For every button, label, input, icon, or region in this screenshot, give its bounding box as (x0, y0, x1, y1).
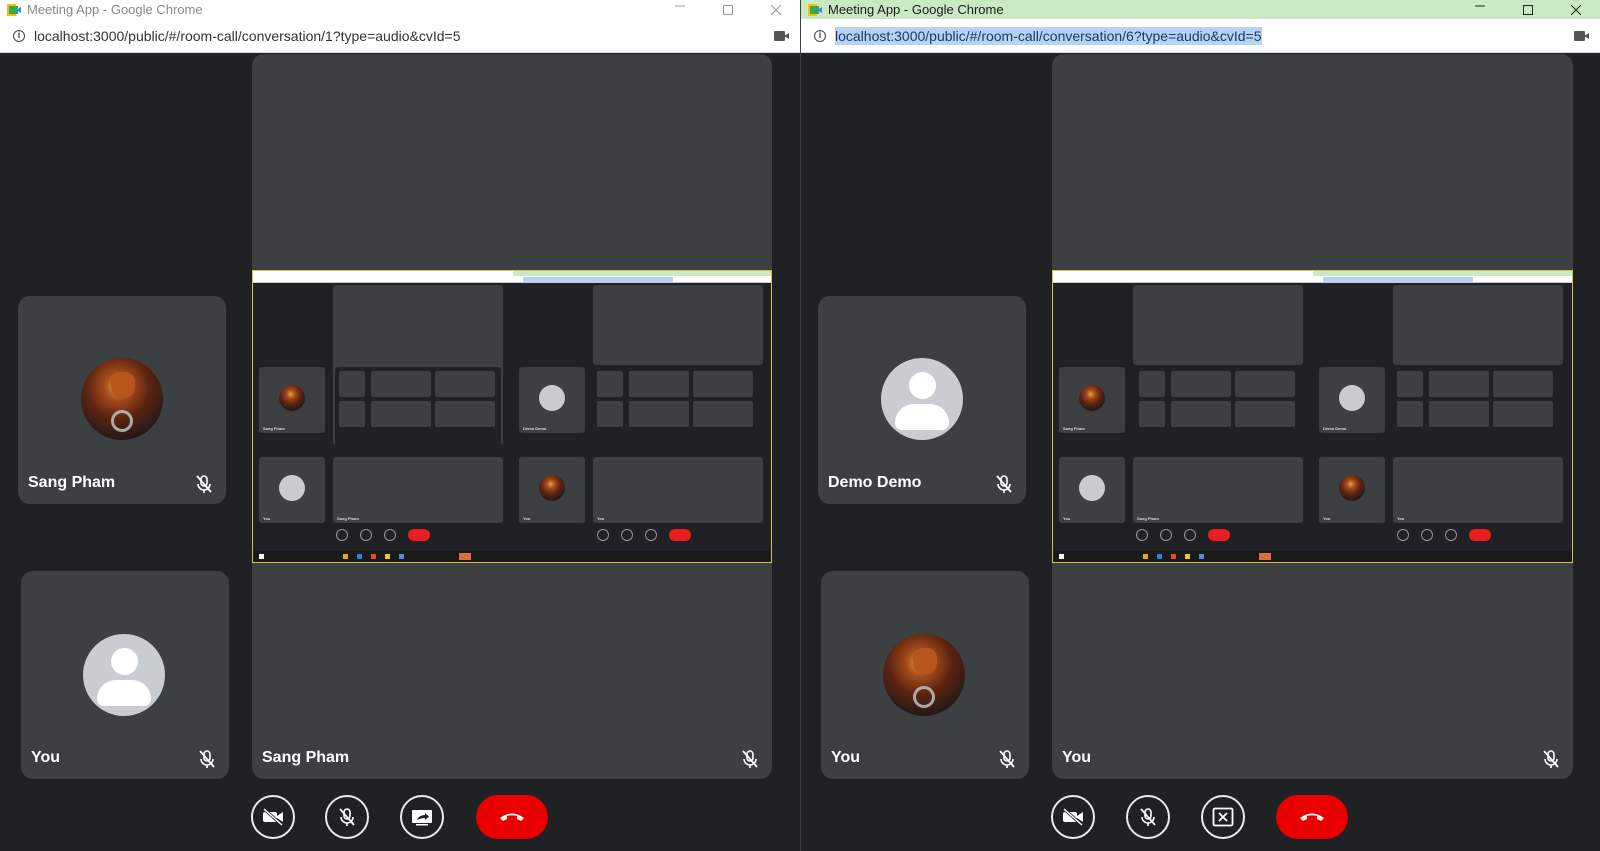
stop-share-icon (1212, 807, 1234, 827)
mini-label: You (1323, 516, 1331, 521)
share-screen-button[interactable] (400, 795, 444, 839)
hang-up-icon (1300, 813, 1324, 821)
end-call-button[interactable] (476, 795, 548, 839)
participant-name: You (31, 749, 61, 766)
minimize-button[interactable] (656, 0, 704, 19)
camera-off-icon (1063, 808, 1083, 826)
maximize-icon (723, 4, 733, 15)
participant-tile[interactable]: Sang Pham (18, 296, 226, 504)
mini-label: You (1397, 516, 1405, 521)
participant-name: You (1062, 749, 1092, 766)
avatar (881, 358, 963, 440)
left-browser-window: Meeting App - Google Chrome i localhost:… (0, 0, 800, 851)
camera-off-icon (263, 808, 283, 826)
mini-label: Sang Pham (337, 516, 359, 521)
mini-label: Sang Pham (263, 426, 285, 431)
participant-tile[interactable]: Demo Demo (818, 296, 1026, 504)
avatar (81, 358, 163, 440)
close-icon (771, 4, 781, 15)
participant-tile[interactable]: You (821, 571, 1029, 779)
minimize-icon (1475, 5, 1485, 6)
share-screen-icon (412, 810, 432, 826)
hang-up-icon (500, 813, 524, 821)
window-title: Meeting App - Google Chrome (27, 2, 203, 17)
shared-screen: Sang Pham You Sang Pham Demo Demo You Yo… (252, 270, 772, 563)
maximize-button[interactable] (704, 0, 752, 19)
avatar (83, 634, 165, 716)
mic-off-icon (339, 808, 355, 826)
close-button[interactable] (752, 0, 800, 19)
mic-toggle-button[interactable] (1126, 795, 1170, 839)
close-icon (1571, 4, 1581, 15)
participant-name: Sang Pham (28, 474, 116, 491)
participant-name: Sang Pham (262, 749, 350, 766)
address-bar[interactable]: i localhost:3000/public/#/room-call/conv… (801, 19, 1600, 53)
mini-label: Sang Pham (1137, 516, 1159, 521)
mini-label: You (523, 516, 531, 521)
close-button[interactable] (1552, 0, 1600, 19)
participant-name: You (831, 749, 861, 766)
mini-taskbar (1053, 551, 1572, 562)
maximize-button[interactable] (1504, 0, 1552, 19)
mic-off-icon (196, 475, 212, 493)
title-bar: Meeting App - Google Chrome (801, 0, 1600, 19)
mic-off-icon (999, 750, 1015, 768)
url-text[interactable]: localhost:3000/public/#/room-call/conver… (34, 28, 461, 44)
meet-logo-icon (7, 3, 21, 16)
stop-share-button[interactable] (1201, 795, 1245, 839)
mini-label: Sang Pham (1063, 426, 1085, 431)
address-bar[interactable]: i localhost:3000/public/#/room-call/conv… (0, 19, 800, 53)
participant-name: Demo Demo (828, 474, 922, 491)
mini-label: You (597, 516, 605, 521)
mic-toggle-button[interactable] (325, 795, 369, 839)
camera-toggle-button[interactable] (251, 795, 295, 839)
mini-label: Demo Demo (523, 426, 547, 431)
info-icon[interactable]: i (13, 29, 25, 42)
mic-off-icon (199, 750, 215, 768)
main-video-tile[interactable]: Sang Pham You Sang Pham Demo Demo You Yo… (1052, 54, 1573, 779)
mic-off-icon (996, 475, 1012, 493)
mini-label: You (1063, 516, 1071, 521)
meet-logo-icon (808, 3, 822, 16)
camera-toggle-button[interactable] (1051, 795, 1095, 839)
participant-tile[interactable]: You (21, 571, 229, 779)
info-icon[interactable]: i (814, 29, 826, 42)
camera-permission-icon[interactable] (1574, 31, 1590, 41)
mic-off-icon (1140, 808, 1156, 826)
window-title: Meeting App - Google Chrome (828, 2, 1004, 17)
main-video-tile[interactable]: Sang Pham You Sang Pham Demo Demo You Yo… (252, 54, 772, 779)
maximize-icon (1523, 4, 1533, 15)
shared-screen: Sang Pham You Sang Pham Demo Demo You Yo… (1052, 270, 1573, 563)
url-text[interactable]: localhost:3000/public/#/room-call/conver… (835, 26, 1262, 45)
camera-permission-icon[interactable] (774, 31, 790, 41)
mini-label: You (263, 516, 271, 521)
minimize-button[interactable] (1456, 0, 1504, 19)
mic-off-icon (1543, 750, 1559, 768)
title-bar: Meeting App - Google Chrome (0, 0, 800, 19)
minimize-icon (675, 5, 685, 6)
right-browser-window: Meeting App - Google Chrome i localhost:… (800, 0, 1600, 851)
end-call-button[interactable] (1276, 795, 1348, 839)
avatar (883, 634, 965, 716)
mini-label: Demo Demo (1323, 426, 1347, 431)
mic-off-icon (742, 750, 758, 768)
mini-taskbar (253, 551, 771, 562)
